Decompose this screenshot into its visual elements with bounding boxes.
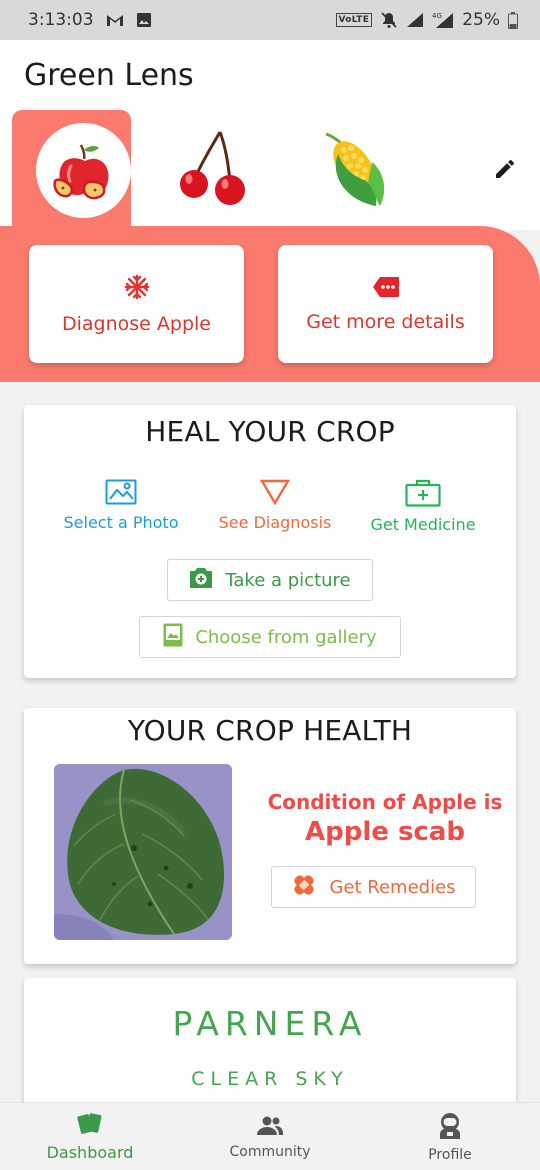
svg-text:4G: 4G	[432, 12, 442, 20]
choose-gallery-label: Choose from gallery	[195, 626, 377, 648]
gallery-icon	[136, 12, 152, 28]
camera-icon	[189, 567, 213, 594]
health-title: YOUR CROP HEALTH	[127, 714, 413, 747]
get-remedies-button[interactable]: Get Remedies	[271, 866, 476, 908]
nav-dashboard[interactable]: Dashboard	[0, 1103, 180, 1170]
signal-icon	[406, 12, 424, 28]
get-remedies-label: Get Remedies	[329, 876, 456, 898]
tag-icon	[372, 276, 400, 303]
diagnose-button[interactable]: Diagnose Apple	[29, 245, 244, 363]
apple-icon	[36, 123, 131, 218]
bandage-icon	[291, 872, 317, 903]
take-picture-button[interactable]: Take a picture	[167, 559, 373, 601]
heal-title: HEAL YOUR CROP	[145, 415, 395, 448]
step-select-photo: Select a Photo	[56, 479, 186, 532]
corn-icon[interactable]	[318, 126, 392, 210]
choose-gallery-button[interactable]: Choose from gallery	[139, 616, 401, 658]
nav-profile[interactable]: Profile	[360, 1103, 540, 1170]
nav-community-label: Community	[229, 1143, 311, 1160]
leaf-photo	[54, 764, 232, 940]
status-bar: 3:13:03 VoLTE 4G 25%	[0, 0, 540, 40]
diagnose-label: Diagnose Apple	[62, 312, 211, 335]
gmail-icon	[106, 13, 124, 27]
app-bar: Green Lens	[0, 40, 540, 110]
step-get-medicine-label: Get Medicine	[370, 515, 476, 534]
condition-label: Condition of Apple is	[267, 790, 503, 814]
step-get-medicine: Get Medicine	[358, 479, 488, 534]
signal-4g-icon: 4G	[432, 11, 454, 29]
cards-icon	[76, 1112, 104, 1140]
battery-icon	[508, 11, 518, 29]
weather-location: PARNERA	[172, 1004, 368, 1043]
crop-health-card: YOUR CROP HEALTH Condition of Apple is A…	[24, 708, 516, 964]
people-icon	[256, 1115, 284, 1141]
bottom-navigation: Dashboard Community Profile	[0, 1102, 540, 1170]
step-select-photo-label: Select a Photo	[63, 513, 179, 532]
medkit-icon	[405, 479, 441, 511]
crop-tab-apple[interactable]	[12, 110, 131, 235]
crop-selector	[0, 108, 540, 270]
step-see-diagnosis-label: See Diagnosis	[218, 513, 332, 532]
nav-dashboard-label: Dashboard	[46, 1143, 134, 1162]
astronaut-icon	[437, 1112, 463, 1144]
clock: 3:13:03	[28, 10, 94, 30]
image-icon	[105, 479, 137, 509]
cherry-icon[interactable]	[172, 128, 252, 208]
app-title: Green Lens	[24, 58, 194, 93]
condition-value: Apple scab	[305, 817, 465, 847]
snowflake-icon	[124, 274, 150, 305]
nav-community[interactable]: Community	[180, 1103, 360, 1170]
details-label: Get more details	[306, 310, 465, 333]
take-picture-label: Take a picture	[225, 569, 351, 591]
gallery-picker-icon	[163, 623, 183, 652]
nav-profile-label: Profile	[428, 1146, 472, 1163]
battery-percent: 25%	[462, 10, 500, 30]
step-see-diagnosis: See Diagnosis	[210, 479, 340, 532]
edit-crops-button[interactable]	[488, 154, 522, 188]
pencil-icon	[493, 157, 517, 186]
weather-card: PARNERA CLEAR SKY	[24, 978, 516, 1118]
mute-icon	[380, 11, 398, 29]
more-details-button[interactable]: Get more details	[278, 245, 493, 363]
volte-badge: VoLTE	[335, 13, 373, 27]
weather-description: CLEAR SKY	[191, 1068, 349, 1090]
heal-crop-card: HEAL YOUR CROP Select a Photo See Diagno…	[24, 405, 516, 678]
triangle-icon	[259, 479, 291, 509]
